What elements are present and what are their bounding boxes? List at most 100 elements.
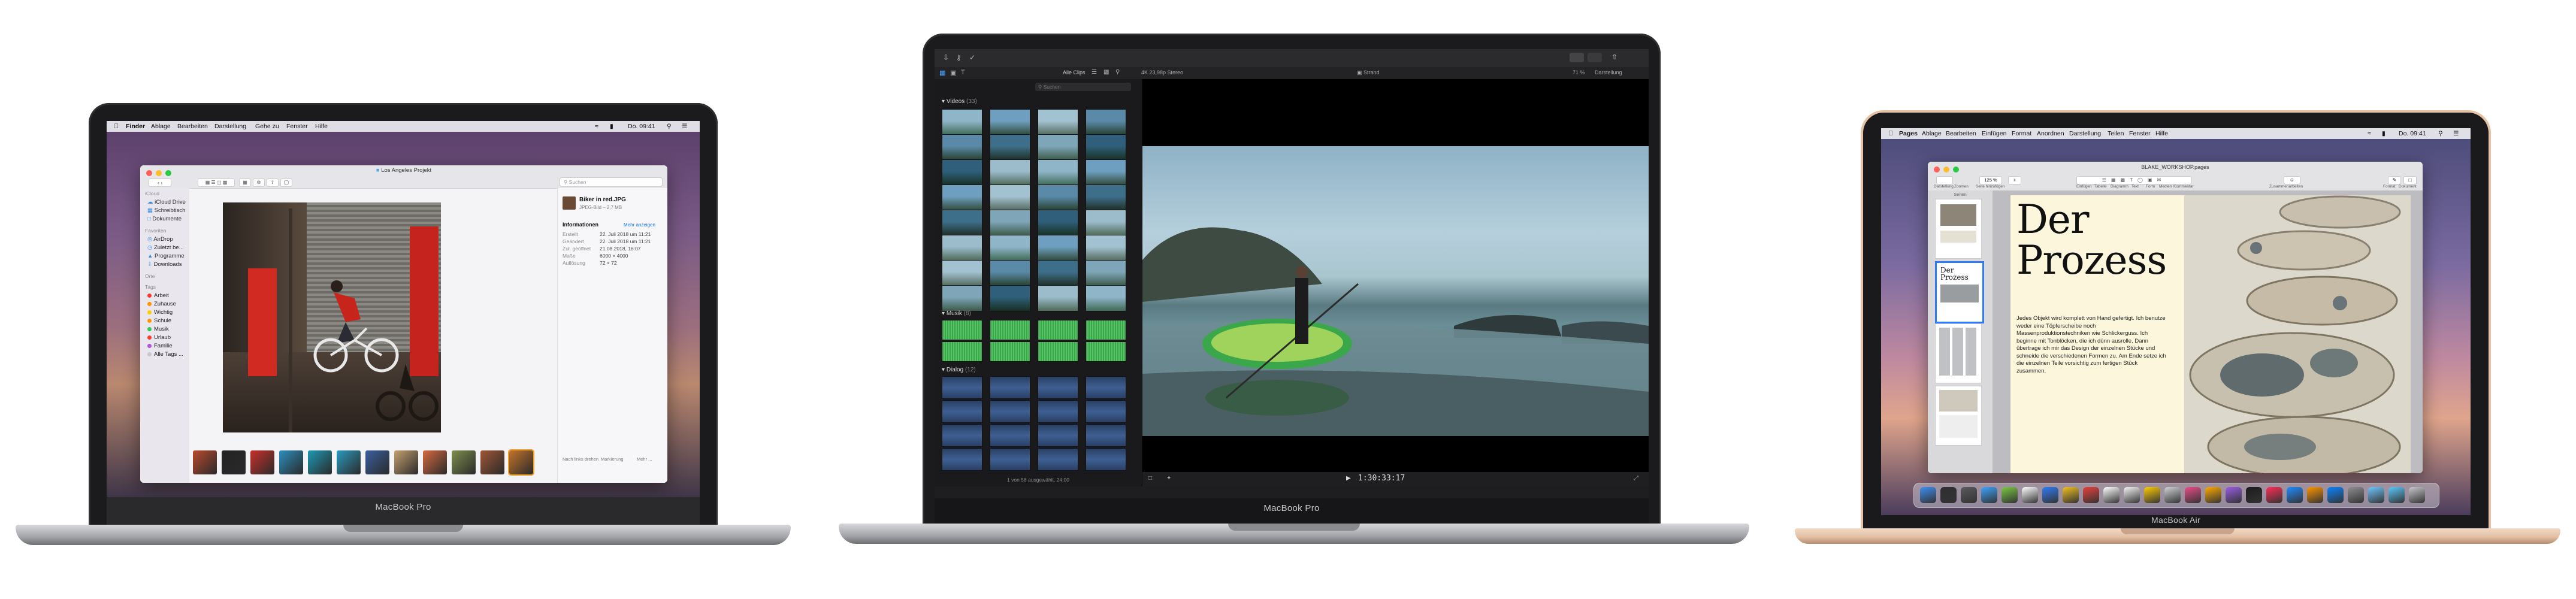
music-clip-thumbnail[interactable] (1038, 320, 1078, 340)
zoom-label[interactable]: 71 % (1573, 69, 1585, 75)
dock-app-icon[interactable] (2226, 487, 2242, 503)
dock-app-icon[interactable] (2083, 487, 2099, 503)
video-clip-thumbnail[interactable] (1038, 159, 1078, 186)
gallery-thumbnail[interactable] (250, 450, 274, 474)
video-clip-thumbnail[interactable] (942, 235, 982, 261)
section-dialog[interactable]: ▾ Dialog (12) (942, 367, 976, 373)
video-clip-thumbnail[interactable] (990, 184, 1030, 211)
sidebar-item-recents[interactable]: ◷ Zuletzt be... (147, 244, 184, 251)
layout-toggle-mid[interactable] (1588, 53, 1602, 62)
apple-menu-icon[interactable]:  (1888, 130, 1893, 137)
sidebar-tag[interactable]: Schule (147, 317, 171, 324)
gallery-thumbnail[interactable] (337, 450, 361, 474)
view-menu[interactable]: Darstellung (1595, 69, 1622, 75)
menu-darstellung[interactable]: Darstellung (2069, 130, 2101, 137)
dock-app-icon[interactable] (2348, 487, 2364, 503)
tag-button-icon[interactable]: ◯ (280, 179, 292, 187)
dock-app-icon[interactable] (1940, 487, 1957, 503)
music-clip-thumbnail[interactable] (942, 341, 982, 362)
share-icon[interactable]: ⇧ (1611, 53, 1617, 61)
gallery-thumbnail[interactable] (423, 450, 447, 474)
video-clip-thumbnail[interactable] (990, 109, 1030, 135)
gallery-thumbnail[interactable] (308, 450, 332, 474)
info-more-link[interactable]: Mehr anzeigen (624, 222, 655, 228)
dock-app-icon[interactable] (2368, 487, 2384, 503)
video-clip-thumbnail[interactable] (990, 134, 1030, 161)
video-clip-thumbnail[interactable] (942, 285, 982, 311)
menu-bearbeiten[interactable]: Bearbeiten (1946, 130, 1976, 137)
keyword-icon[interactable]: ⚷ (956, 53, 962, 62)
search-icon[interactable]: ⚲ (1115, 69, 1120, 75)
menu-ablage[interactable]: Ablage (151, 123, 171, 130)
music-clip-thumbnail[interactable] (990, 341, 1030, 362)
spotlight-icon[interactable]: ⚲ (2438, 130, 2443, 137)
dialog-clip-thumbnail[interactable] (1086, 376, 1126, 399)
dock-app-icon[interactable] (2327, 487, 2344, 503)
music-clip-thumbnail[interactable] (1038, 341, 1078, 362)
dock-app-icon[interactable] (2388, 487, 2405, 503)
zoom-menu[interactable]: 125 % (1979, 176, 2002, 184)
music-clip-thumbnail[interactable] (990, 320, 1030, 340)
music-clip-thumbnail[interactable] (1086, 341, 1126, 362)
menu-hilfe[interactable]: Hilfe (2155, 130, 2168, 137)
sidebar-tag[interactable]: Familie (147, 343, 173, 349)
sidebar-item-downloads[interactable]: ⇩ Downloads (147, 261, 182, 268)
browser-search-field[interactable]: ⚲ Suchen (1035, 83, 1131, 91)
add-page-icon[interactable]: + (2008, 176, 2021, 184)
control-center-icon[interactable]: ☰ (682, 123, 687, 130)
titles-icon[interactable]: T (961, 69, 965, 76)
dock-app-icon[interactable] (2246, 487, 2262, 503)
search-field[interactable]: ⚲ Suchen (560, 177, 663, 187)
video-clip-thumbnail[interactable] (990, 285, 1030, 311)
menu-einfuegen[interactable]: Einfügen (1982, 130, 2006, 137)
video-clip-thumbnail[interactable] (1038, 184, 1078, 211)
markup-button[interactable]: Markierung (601, 456, 624, 462)
dock-app-icon[interactable] (2144, 487, 2160, 503)
video-clip-thumbnail[interactable] (1086, 260, 1126, 286)
spotlight-icon[interactable]: ⚲ (667, 123, 672, 130)
menu-fenster[interactable]: Fenster (286, 123, 308, 130)
dialog-clip-thumbnail[interactable] (1038, 400, 1078, 423)
sidebar-tag[interactable]: Urlaub (147, 334, 171, 341)
more-button[interactable]: Mehr ... (637, 456, 652, 462)
enhance-icon[interactable]: ✦ (1166, 475, 1171, 482)
wifi-icon[interactable]: ≈ (2368, 130, 2371, 137)
sidebar-tag[interactable]: Musik (147, 326, 169, 332)
dialog-clip-thumbnail[interactable] (1038, 448, 1078, 471)
libraries-icon[interactable]: ▦ (939, 69, 945, 77)
view-mode-control[interactable]: ▦ ☰ ◫ ▩ (198, 179, 235, 187)
sidebar-item-dokumente[interactable]: □ Dokumente (147, 216, 182, 222)
dialog-clip-thumbnail[interactable] (942, 448, 982, 471)
menu-anordnen[interactable]: Anordnen (2037, 130, 2064, 137)
sidebar-tag[interactable]: Zuhause (147, 301, 176, 307)
dock-app-icon[interactable] (2205, 487, 2221, 503)
dialog-clip-thumbnail[interactable] (942, 376, 982, 399)
video-clip-thumbnail[interactable] (1086, 184, 1126, 211)
video-clip-thumbnail[interactable] (1086, 235, 1126, 261)
video-clip-thumbnail[interactable] (1038, 109, 1078, 135)
menu-ablage[interactable]: Ablage (1922, 130, 1942, 137)
dock-app-icon[interactable] (2164, 487, 2181, 503)
filmstrip-view-icon[interactable]: ▩ (1103, 69, 1109, 75)
video-clip-thumbnail[interactable] (1086, 285, 1126, 311)
video-clip-thumbnail[interactable] (942, 134, 982, 161)
video-clip-thumbnail[interactable] (990, 210, 1030, 236)
photos-icon[interactable]: ▣ (950, 69, 956, 77)
section-videos[interactable]: ▾ Videos (33) (942, 98, 977, 105)
dock-app-icon[interactable] (1981, 487, 1997, 503)
dialog-clip-thumbnail[interactable] (990, 424, 1030, 447)
menu-teilen[interactable]: Teilen (2108, 130, 2124, 137)
dock-app-icon[interactable] (2103, 487, 2120, 503)
dock-app-icon[interactable] (2409, 487, 2425, 503)
menu-finder[interactable]: Finder (126, 123, 145, 130)
dialog-clip-thumbnail[interactable] (942, 400, 982, 423)
gallery-thumbnail[interactable] (279, 450, 303, 474)
dock-app-icon[interactable] (2063, 487, 2079, 503)
gallery-thumbnail[interactable] (193, 450, 217, 474)
menu-pages[interactable]: Pages (1899, 130, 1918, 137)
play-button[interactable]: ▶ (1346, 475, 1351, 482)
video-clip-thumbnail[interactable] (942, 210, 982, 236)
dock-app-icon[interactable] (2287, 487, 2303, 503)
list-view-icon[interactable]: ☰ (1092, 69, 1097, 75)
page-thumbnail[interactable] (1935, 323, 1982, 383)
